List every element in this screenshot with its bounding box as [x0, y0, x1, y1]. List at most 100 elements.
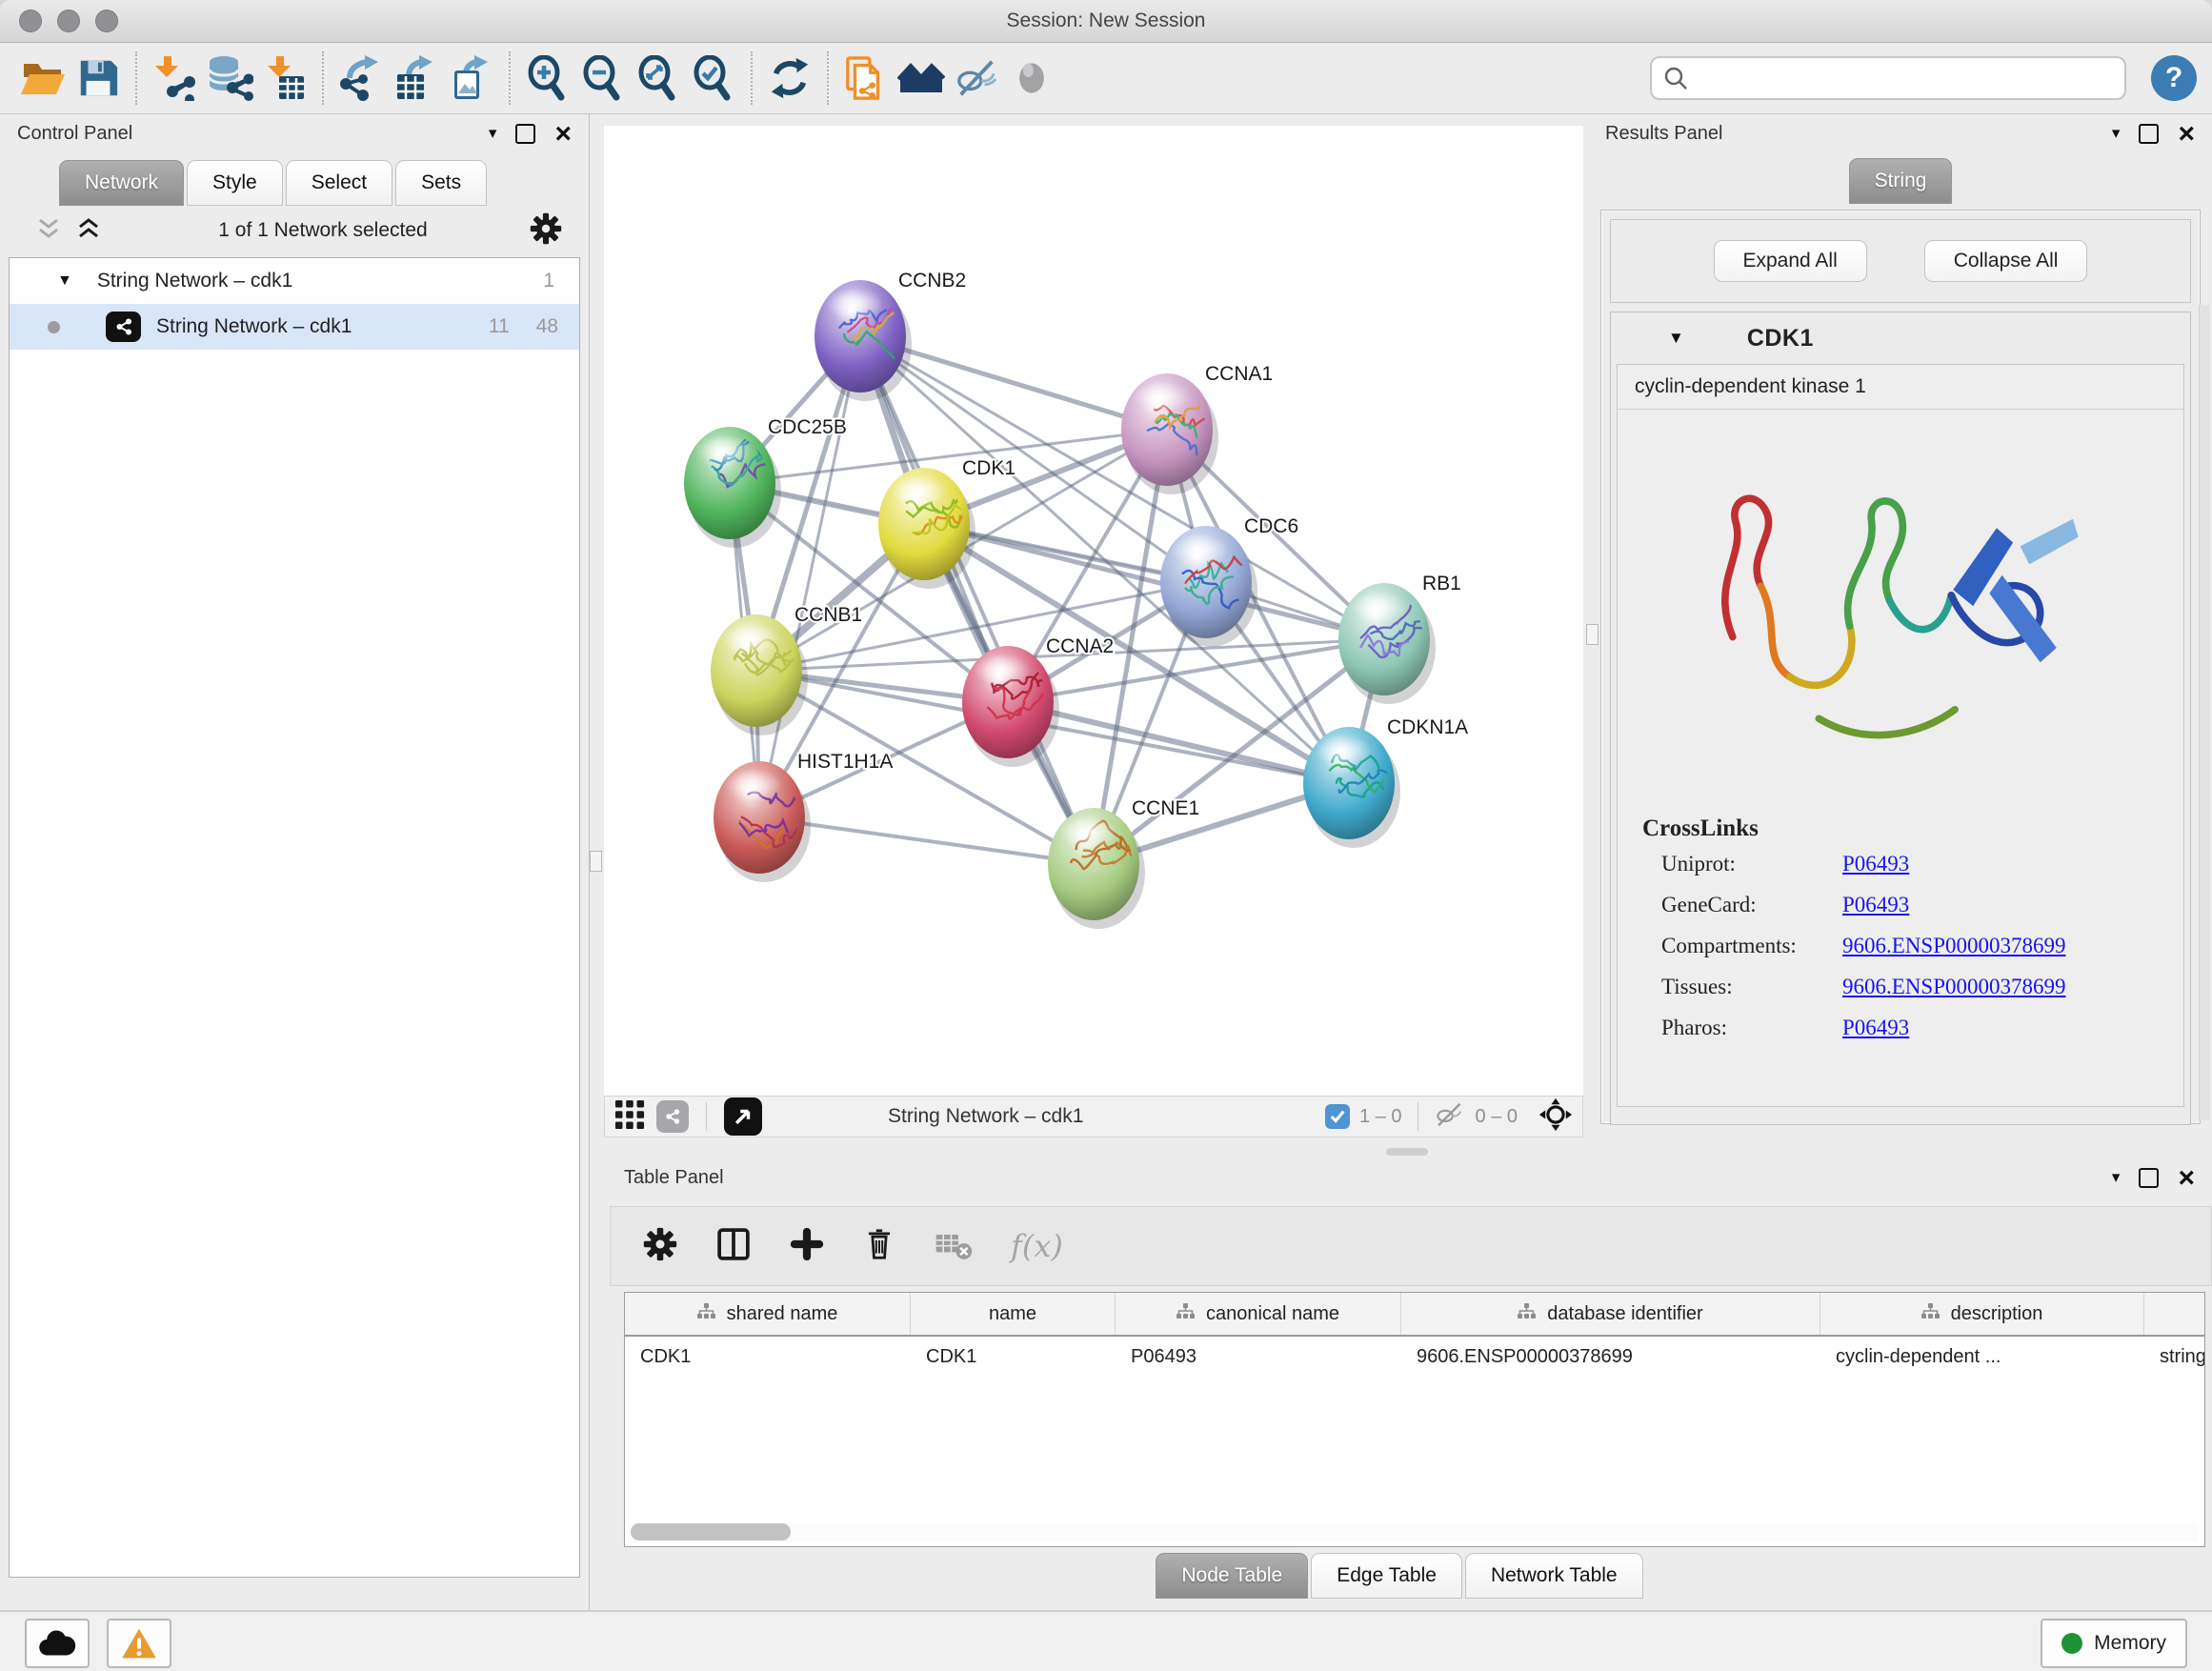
column-header[interactable]: name: [911, 1293, 1116, 1335]
network-thumbnail-icon[interactable]: [656, 1100, 689, 1133]
detach-view-icon[interactable]: [724, 1097, 762, 1136]
expand-all-button[interactable]: Expand All: [1714, 240, 1867, 282]
scrollbar-thumb[interactable]: [631, 1523, 791, 1540]
table-cell[interactable]: CDK1: [911, 1337, 1116, 1377]
warnings-button[interactable]: [107, 1619, 171, 1668]
function-builder-icon[interactable]: f(x): [1011, 1228, 1063, 1264]
birdseye-navigator-icon[interactable]: [1538, 1097, 1573, 1137]
selected-nodes-checkbox[interactable]: [1325, 1104, 1350, 1129]
crosslink-link[interactable]: P06493: [1842, 852, 1909, 876]
memory-button[interactable]: Memory: [2041, 1619, 2187, 1668]
panel-menu-icon[interactable]: ▾: [489, 124, 497, 143]
delete-column-icon[interactable]: [862, 1226, 896, 1267]
network-node[interactable]: [714, 761, 811, 882]
hidden-items-icon[interactable]: [1434, 1101, 1466, 1133]
close-panel-icon[interactable]: ×: [2178, 1170, 2195, 1186]
table-cell[interactable]: cyclin-dependent ...: [1820, 1337, 2144, 1377]
grid-view-icon[interactable]: [614, 1099, 645, 1135]
network-node[interactable]: [711, 614, 808, 735]
collection-expand-icon[interactable]: ▼: [57, 272, 72, 290]
network-canvas[interactable]: CCNB2CCNA1CDC25BCDK1CDC6RB1CCNB1CCNA2CDK…: [604, 126, 1583, 1096]
help-button[interactable]: ?: [2151, 55, 2197, 101]
tab-edge-table[interactable]: Edge Table: [1311, 1553, 1462, 1599]
search-box[interactable]: [1650, 56, 2126, 100]
import-network-icon[interactable]: [147, 50, 202, 106]
show-columns-icon[interactable]: [715, 1226, 752, 1267]
delete-table-icon[interactable]: [935, 1228, 973, 1265]
zoom-selected-icon[interactable]: [686, 50, 741, 106]
open-session-icon[interactable]: [15, 50, 70, 106]
crosslink-link[interactable]: P06493: [1842, 893, 1909, 917]
export-table-icon[interactable]: [389, 50, 444, 106]
cloud-status-button[interactable]: [25, 1619, 90, 1668]
table-cell[interactable]: 9606.ENSP00000378699: [1401, 1337, 1820, 1377]
panel-menu-icon[interactable]: ▾: [2112, 1168, 2121, 1187]
tab-style[interactable]: Style: [187, 160, 283, 206]
table-cell[interactable]: stringdb:9...: [2144, 1337, 2205, 1377]
column-header[interactable]: description: [1820, 1293, 2144, 1335]
collapse-all-networks-icon[interactable]: [36, 217, 61, 245]
search-input[interactable]: [1696, 67, 2113, 91]
splitter-handle-left[interactable]: [590, 851, 602, 872]
panel-menu-icon[interactable]: ▾: [2112, 124, 2121, 143]
column-header[interactable]: canonical name: [1116, 1293, 1401, 1335]
table-options-gear-icon[interactable]: [643, 1227, 677, 1266]
network-collection-row[interactable]: ▼ String Network – cdk1 1: [10, 258, 579, 304]
maximize-window-button[interactable]: [95, 10, 118, 32]
results-scrollbar[interactable]: [2199, 305, 2210, 1120]
crosslink-link[interactable]: 9606.ENSP00000378699: [1842, 975, 2066, 999]
network-row[interactable]: String Network – cdk1 11 48: [10, 304, 579, 350]
string-enrichment-icon[interactable]: [838, 50, 894, 106]
zoom-fit-icon[interactable]: [631, 50, 686, 106]
splitter-handle-right[interactable]: [1586, 624, 1599, 645]
network-edge[interactable]: [924, 524, 1384, 639]
node-table[interactable]: shared namenamecanonical namedatabase id…: [624, 1292, 2205, 1547]
network-node[interactable]: [878, 468, 975, 589]
import-network-from-database-icon[interactable]: [202, 50, 257, 106]
zoom-out-icon[interactable]: [575, 50, 631, 106]
entry-expand-icon[interactable]: ▼: [1668, 329, 1684, 348]
splitter-dot[interactable]: [1386, 1148, 1428, 1156]
crosslink-link[interactable]: P06493: [1842, 1016, 1909, 1040]
network-node[interactable]: [1048, 808, 1147, 929]
network-node[interactable]: [1303, 727, 1400, 848]
expand-all-networks-icon[interactable]: [76, 217, 101, 245]
network-edge[interactable]: [860, 336, 1094, 864]
export-image-icon[interactable]: [444, 50, 499, 106]
network-options-gear-icon[interactable]: [530, 212, 562, 250]
network-edge[interactable]: [759, 336, 860, 817]
close-panel-icon[interactable]: ×: [554, 126, 572, 142]
network-node[interactable]: [962, 646, 1059, 767]
zoom-in-icon[interactable]: [520, 50, 575, 106]
network-node[interactable]: [1160, 526, 1257, 647]
column-header[interactable]: @id: [2144, 1293, 2205, 1335]
table-hscrollbar[interactable]: [631, 1523, 2199, 1542]
column-header[interactable]: database identifier: [1401, 1293, 1820, 1335]
network-node[interactable]: [1121, 373, 1218, 494]
tab-node-table[interactable]: Node Table: [1156, 1553, 1308, 1599]
export-network-icon[interactable]: [333, 50, 389, 106]
crosslink-link[interactable]: 9606.ENSP00000378699: [1842, 934, 2066, 958]
import-table-icon[interactable]: [257, 50, 312, 106]
collapse-all-button[interactable]: Collapse All: [1924, 240, 2088, 282]
close-panel-icon[interactable]: ×: [2178, 126, 2195, 142]
tab-network-table[interactable]: Network Table: [1465, 1553, 1643, 1599]
close-window-button[interactable]: [19, 10, 42, 32]
refresh-icon[interactable]: [762, 50, 817, 106]
tab-string-results[interactable]: String: [1849, 158, 1953, 204]
column-header[interactable]: shared name: [625, 1293, 911, 1335]
string-home-icon[interactable]: [894, 50, 949, 106]
add-column-icon[interactable]: [790, 1227, 824, 1266]
save-session-icon[interactable]: [70, 50, 126, 106]
tab-network[interactable]: Network: [59, 160, 184, 206]
tab-sets[interactable]: Sets: [395, 160, 487, 206]
float-panel-icon[interactable]: [2139, 1168, 2159, 1188]
table-cell[interactable]: CDK1: [625, 1337, 911, 1377]
show-all-icon[interactable]: [1004, 50, 1059, 106]
network-node[interactable]: [1338, 583, 1436, 704]
float-panel-icon[interactable]: [515, 124, 535, 144]
float-panel-icon[interactable]: [2139, 124, 2159, 144]
minimize-window-button[interactable]: [57, 10, 80, 32]
network-node[interactable]: [814, 280, 912, 401]
hide-selected-icon[interactable]: [949, 50, 1004, 106]
